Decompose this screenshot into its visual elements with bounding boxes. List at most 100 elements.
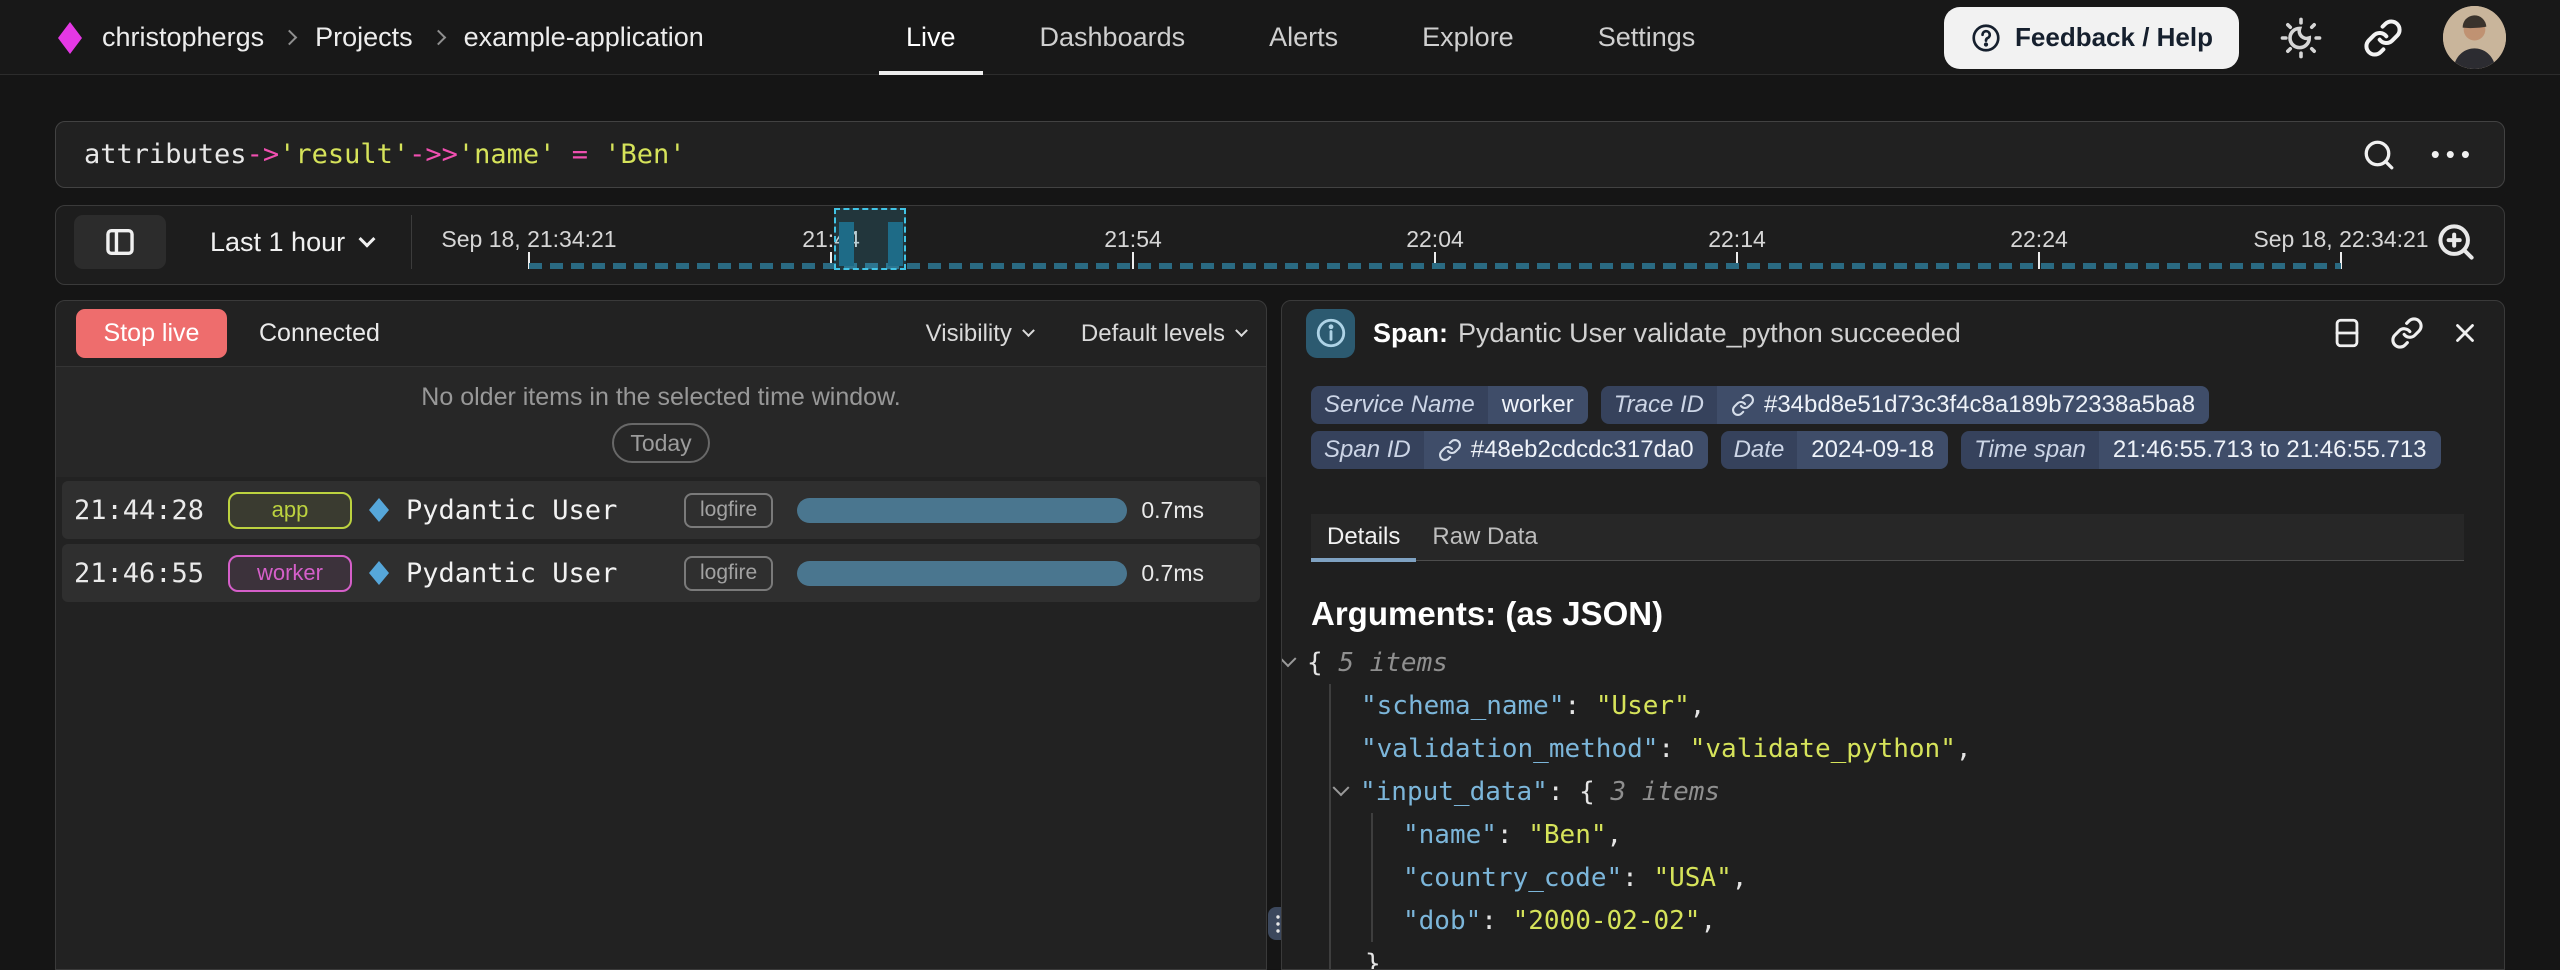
token-plain <box>588 139 604 170</box>
breadcrumb: christophergs Projects example-application <box>102 22 704 53</box>
default-levels-dropdown[interactable]: Default levels <box>1081 320 1246 348</box>
row-timestamp: 21:46:55 <box>74 558 208 589</box>
share-link-icon[interactable] <box>2363 18 2403 58</box>
copy-link-icon[interactable] <box>2390 316 2424 350</box>
span-title-label: Span: <box>1373 318 1448 348</box>
token-str: 'result' <box>279 139 409 170</box>
timeline-tick-label: Sep 18, 22:34:21 <box>2253 226 2428 253</box>
logfire-logo-icon[interactable] <box>58 22 82 54</box>
token-plain: attributes <box>84 139 247 170</box>
token-punct: : { <box>1548 777 1611 807</box>
span-list: 21:44:28appPydantic Userlogfire0.7ms 21:4… <box>56 477 1266 602</box>
time-range-bar: Last 1 hour Sep 18, 21:34:2121:4421:5422… <box>55 205 2505 285</box>
attribute-badge-label: Service Name <box>1311 386 1488 424</box>
attribute-badge-text: 2024-09-18 <box>1811 436 1934 464</box>
nav-tab-alerts[interactable]: Alerts <box>1242 0 1365 75</box>
attribute-badge-label: Span ID <box>1311 431 1424 469</box>
token-punct: : <box>1622 863 1653 893</box>
token-key: "name" <box>1403 820 1497 850</box>
sidebar-toggle-icon <box>103 225 137 259</box>
timeline-selection[interactable] <box>834 208 906 270</box>
detail-tab-details[interactable]: Details <box>1311 514 1416 560</box>
collapse-chevron-icon[interactable] <box>1333 779 1350 796</box>
collapse-chevron-icon[interactable] <box>1281 650 1296 667</box>
feedback-help-label: Feedback / Help <box>2015 22 2213 53</box>
json-line: "dob": "2000-02-02", <box>1282 899 2504 942</box>
close-icon[interactable] <box>2450 318 2480 348</box>
breadcrumb-item[interactable]: Projects <box>315 22 413 53</box>
search-icon[interactable] <box>2361 137 2397 173</box>
timeline-baseline <box>529 263 2341 269</box>
token-punct: , <box>1690 691 1706 721</box>
attribute-badge-value: 21:46:55.713 to 21:46:55.713 <box>2099 431 2441 469</box>
badge-row: Span ID#48eb2cdcdc317da0 Date2024-09-18 Ti… <box>1311 431 2504 469</box>
nav-tab-explore[interactable]: Explore <box>1395 0 1541 75</box>
zoom-in-icon[interactable] <box>2434 220 2478 264</box>
time-range-dropdown[interactable]: Last 1 hour <box>210 206 373 278</box>
span-attribute-badges: Service Name worker Trace ID#34bd8e51d73c3… <box>1282 386 2504 469</box>
feedback-help-button[interactable]: Feedback / Help <box>1944 7 2239 69</box>
sidebar-toggle-button[interactable] <box>74 215 166 269</box>
span-detail-panel: Span:Pydantic User validate_python succe… <box>1281 300 2505 970</box>
span-list-row[interactable]: 21:46:55workerPydantic Userlogfire0.7ms <box>62 544 1260 602</box>
token-str: "USA" <box>1653 863 1731 893</box>
detail-tab-raw-data[interactable]: Raw Data <box>1416 514 1553 560</box>
chevron-down-icon <box>359 231 376 248</box>
breadcrumb-separator-icon <box>430 30 446 46</box>
attribute-badge[interactable]: Time span21:46:55.713 to 21:46:55.713 <box>1961 431 2440 469</box>
live-panel-header: Stop live Connected Visibility Default l… <box>56 301 1266 367</box>
token-str: 'Ben' <box>604 139 685 170</box>
token-punct: , <box>1700 906 1716 936</box>
attribute-badge-value: #48eb2cdcdc317da0 <box>1424 431 1708 469</box>
nav-tab-dashboards[interactable]: Dashboards <box>1013 0 1213 75</box>
attribute-badge[interactable]: Span ID#48eb2cdcdc317da0 <box>1311 431 1708 469</box>
connection-status: Connected <box>259 319 380 348</box>
user-avatar[interactable] <box>2443 6 2506 69</box>
token-key: "schema_name" <box>1361 691 1565 721</box>
breadcrumb-item[interactable]: example-application <box>464 22 704 53</box>
nav-tab-live[interactable]: Live <box>879 0 983 75</box>
attribute-badge[interactable]: Trace ID#34bd8e51d73c3f4c8a189b72338a5ba… <box>1601 386 2209 424</box>
span-kind-icon <box>368 497 390 523</box>
more-options-icon[interactable]: ••• <box>2431 139 2476 170</box>
span-list-row[interactable]: 21:44:28appPydantic Userlogfire0.7ms <box>62 481 1260 539</box>
span-name: Pydantic User <box>406 495 666 526</box>
timeline-tick-label: 21:54 <box>1104 226 1162 253</box>
today-button[interactable]: Today <box>612 423 710 463</box>
theme-toggle-icon[interactable] <box>2279 16 2323 60</box>
query-input[interactable]: attributes->'result'->>'name' = 'Ben' ••… <box>55 121 2505 188</box>
token-str: "2000-02-02" <box>1513 906 1701 936</box>
token-str: "User" <box>1596 691 1690 721</box>
indent-guide <box>1329 684 1331 970</box>
nav-tab-settings[interactable]: Settings <box>1571 0 1723 75</box>
token-meta: 5 items <box>1338 648 1448 678</box>
json-line: "name": "Ben", <box>1282 813 2504 856</box>
default-levels-label: Default levels <box>1081 320 1225 348</box>
timeline-tick-label: 22:04 <box>1406 226 1464 253</box>
span-kind-icon <box>368 560 390 586</box>
empty-window-message: No older items in the selected time wind… <box>56 381 1266 413</box>
link-icon <box>1731 393 1755 417</box>
scope-badge: logfire <box>684 556 773 591</box>
token-str: "Ben" <box>1528 820 1606 850</box>
attribute-badge[interactable]: Date2024-09-18 <box>1721 431 1948 469</box>
timeline-tick-label: 22:14 <box>1708 226 1766 253</box>
breadcrumb-item[interactable]: christophergs <box>102 22 264 53</box>
visibility-dropdown[interactable]: Visibility <box>926 320 1033 348</box>
token-key: "dob" <box>1403 906 1481 936</box>
live-view-panel: Stop live Connected Visibility Default l… <box>55 300 1267 970</box>
stop-live-button[interactable]: Stop live <box>76 309 227 358</box>
link-icon <box>1438 438 1462 462</box>
token-meta: 3 items <box>1610 777 1720 807</box>
split-view-icon[interactable] <box>2330 316 2364 350</box>
visibility-label: Visibility <box>926 320 1012 348</box>
attribute-badge[interactable]: Service Name worker <box>1311 386 1588 424</box>
nav-tabs: Live Dashboards Alerts Explore Settings <box>879 0 1722 75</box>
timeline-tick-label: Sep 18, 21:34:21 <box>441 226 616 253</box>
token-punct: , <box>1956 734 1972 764</box>
top-nav: christophergs Projects example-application… <box>0 0 2560 75</box>
json-line: "country_code": "USA", <box>1282 856 2504 899</box>
service-badge: worker <box>228 555 352 592</box>
duration-bar <box>797 498 1127 523</box>
attribute-badge-text: worker <box>1502 391 1574 419</box>
